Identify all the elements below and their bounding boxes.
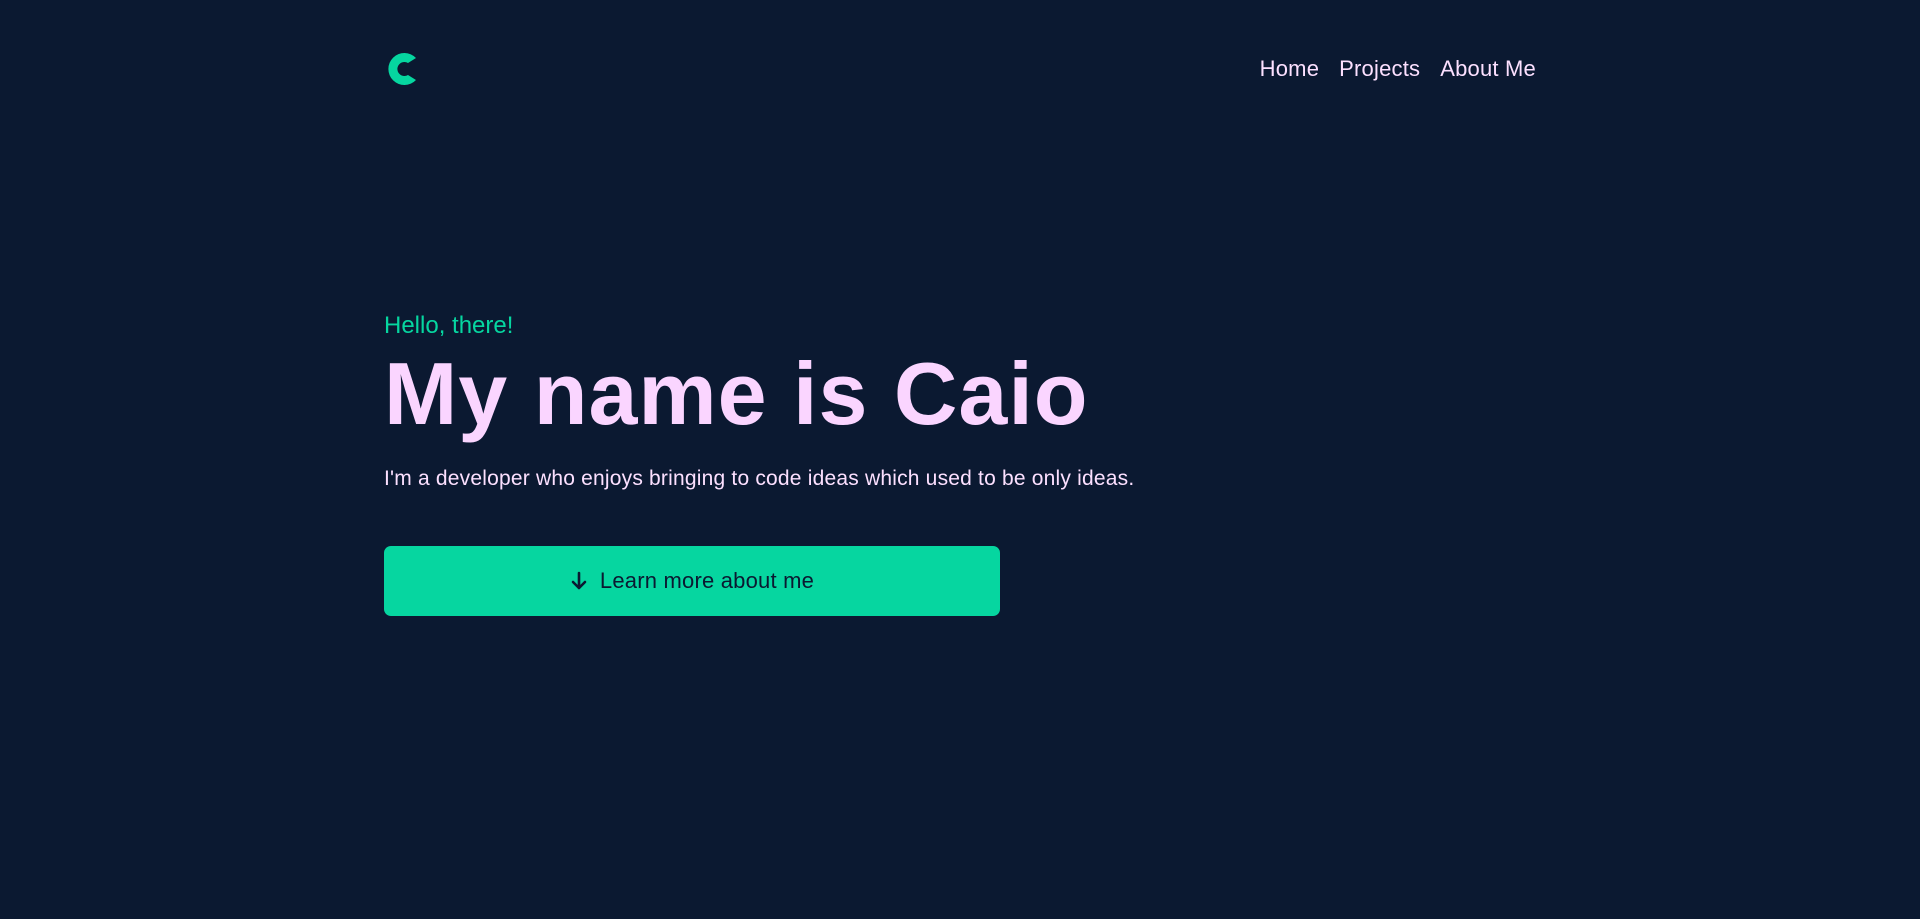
learn-more-label: Learn more about me [599,568,815,593]
hero-section: Hello, there! My name is Caio I'm a deve… [384,306,1484,616]
hero-title: My name is Caio [384,344,1089,443]
hero-subtitle: I'm a developer who enjoys bringing to c… [384,467,1135,490]
arrow-down-icon [570,571,588,591]
nav-home-link[interactable]: Home [1260,56,1320,82]
page: Home Projects About Me Hello, there! My … [0,0,1920,919]
site-header: Home Projects About Me [384,46,1536,92]
learn-more-button[interactable]: Learn more about me [384,546,1000,616]
nav-about-link[interactable]: About Me [1440,56,1536,82]
nav-projects-link[interactable]: Projects [1339,56,1420,82]
logo[interactable] [384,46,424,92]
hero-greeting: Hello, there! [384,312,514,339]
main-nav: Home Projects About Me [1260,56,1536,82]
c-logo-icon [388,53,416,85]
